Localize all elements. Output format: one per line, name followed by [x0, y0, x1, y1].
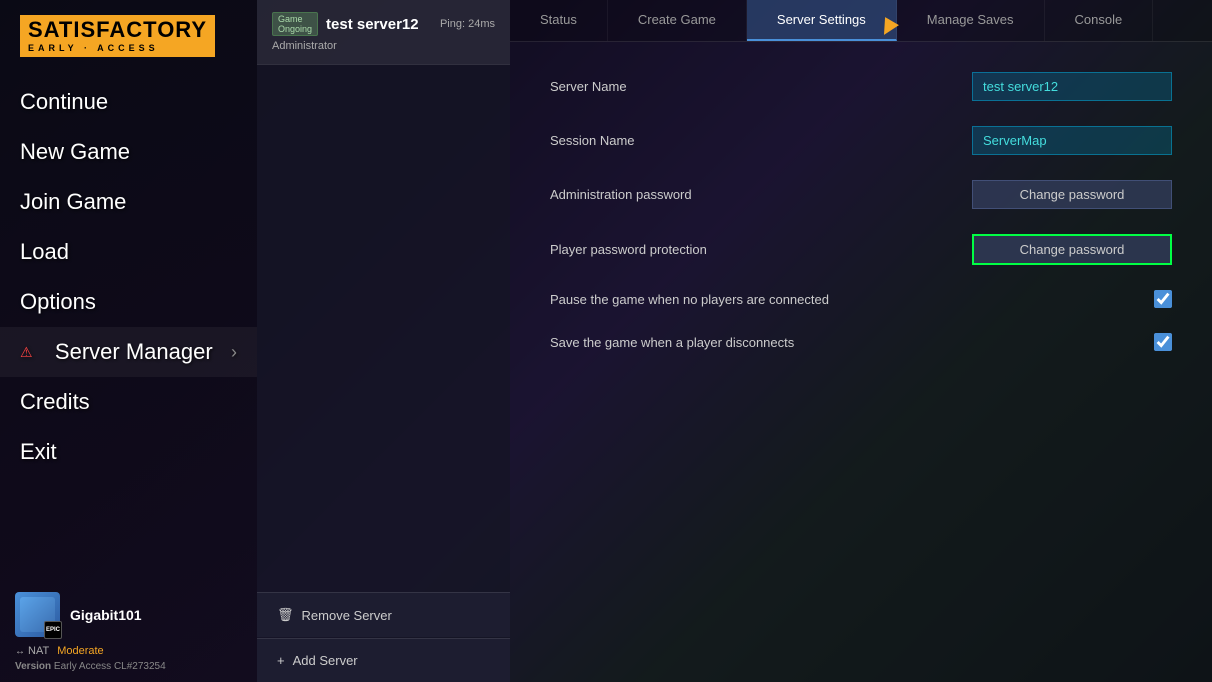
version-label: Version: [15, 661, 51, 672]
nav-server-manager-label: Server Manager: [55, 339, 213, 365]
server-panel: GameOngoing test server12 Ping: 24ms Adm…: [257, 0, 510, 682]
user-area: EPIC Gigabit101: [15, 592, 242, 637]
avatar-container: EPIC: [15, 592, 60, 637]
tab-status-label: Status: [540, 12, 577, 27]
session-name-row: Session Name: [550, 126, 1172, 155]
nat-arrow-icon: ↔: [15, 646, 25, 657]
logo-area: SATISFACTORY EARLY · ACCESS: [0, 0, 257, 67]
nat-status: Moderate: [57, 645, 103, 657]
tab-status[interactable]: Status: [510, 0, 608, 41]
server-status-badge: GameOngoing: [272, 12, 318, 36]
tab-bar: Status Create Game Server Settings Manag…: [510, 0, 1212, 42]
tab-manage-saves[interactable]: Manage Saves: [897, 0, 1045, 41]
sidebar: SATISFACTORY EARLY · ACCESS Continue New…: [0, 0, 257, 682]
server-name-row: Server Name: [550, 72, 1172, 101]
logo-subtext: EARLY · ACCESS: [28, 43, 207, 53]
server-item-header: GameOngoing test server12 Ping: 24ms: [272, 12, 495, 36]
sidebar-item-new-game[interactable]: New Game: [0, 127, 257, 177]
sidebar-item-exit[interactable]: Exit: [0, 427, 257, 477]
session-name-field-label: Session Name: [550, 133, 972, 148]
server-name: test server12: [326, 16, 419, 33]
remove-server-label: Remove Server: [302, 608, 392, 623]
epic-games-badge: EPIC: [44, 621, 62, 639]
sidebar-item-load[interactable]: Load: [0, 227, 257, 277]
server-status-value: Ongoing: [278, 24, 312, 34]
trash-icon: 🗑: [277, 607, 294, 623]
admin-password-row: Administration password Change password: [550, 180, 1172, 209]
admin-change-password-label: Change password: [1020, 187, 1125, 202]
server-name-input[interactable]: [972, 72, 1172, 101]
tab-create-game[interactable]: Create Game: [608, 0, 747, 41]
pause-game-label: Pause the game when no players are conne…: [550, 292, 1154, 307]
logo-text: SATISFACTORY: [28, 19, 207, 41]
session-name-input[interactable]: [972, 126, 1172, 155]
version-row: Version Early Access CL#273254: [15, 661, 242, 672]
warning-icon: ⚠: [20, 344, 33, 361]
nav-continue-label: Continue: [20, 89, 108, 115]
main-content: GameOngoing test server12 Ping: 24ms Adm…: [257, 0, 1212, 682]
nat-text: NAT: [28, 645, 49, 657]
nav-options-label: Options: [20, 289, 96, 315]
server-settings-content: Server Name Session Name Administration …: [510, 42, 1212, 682]
server-name-field-label: Server Name: [550, 79, 972, 94]
nat-label: ↔ NAT: [15, 645, 49, 657]
sidebar-item-credits[interactable]: Credits: [0, 377, 257, 427]
server-list-item[interactable]: GameOngoing test server12 Ping: 24ms Adm…: [257, 0, 510, 65]
server-panel-actions: 🗑 Remove Server + Add Server: [257, 592, 510, 682]
save-game-checkbox[interactable]: [1154, 333, 1172, 351]
right-panel: Status Create Game Server Settings Manag…: [510, 0, 1212, 682]
remove-server-button[interactable]: 🗑 Remove Server: [257, 592, 510, 637]
sidebar-item-continue[interactable]: Continue: [0, 77, 257, 127]
tab-manage-saves-label: Manage Saves: [927, 12, 1014, 27]
tab-console[interactable]: Console: [1045, 0, 1154, 41]
nav-load-label: Load: [20, 239, 69, 265]
pause-game-checkbox[interactable]: [1154, 290, 1172, 308]
admin-change-password-button[interactable]: Change password: [972, 180, 1172, 209]
add-server-label: Add Server: [293, 653, 358, 668]
sidebar-bottom: EPIC Gigabit101 ↔ NAT Moderate Version E…: [0, 582, 257, 682]
nav-menu: Continue New Game Join Game Load Options…: [0, 67, 257, 582]
nav-credits-label: Credits: [20, 389, 90, 415]
nav-exit-label: Exit: [20, 439, 57, 465]
player-password-label: Player password protection: [550, 242, 972, 257]
user-info: Gigabit101: [70, 607, 142, 623]
tab-server-settings[interactable]: Server Settings: [747, 0, 897, 41]
server-role: Administrator: [272, 40, 495, 52]
admin-password-label: Administration password: [550, 187, 972, 202]
username: Gigabit101: [70, 607, 142, 623]
nav-new-game-label: New Game: [20, 139, 130, 165]
pause-game-row: Pause the game when no players are conne…: [550, 290, 1172, 308]
add-server-button[interactable]: + Add Server: [257, 638, 510, 682]
sidebar-item-server-manager[interactable]: ⚠ Server Manager ›: [0, 327, 257, 377]
nat-row: ↔ NAT Moderate: [15, 645, 242, 657]
sidebar-item-join-game[interactable]: Join Game: [0, 177, 257, 227]
tab-server-settings-label: Server Settings: [777, 12, 866, 27]
player-password-row: Player password protection Change passwo…: [550, 234, 1172, 265]
save-game-label: Save the game when a player disconnects: [550, 335, 1154, 350]
logo: SATISFACTORY EARLY · ACCESS: [20, 15, 215, 57]
save-game-row: Save the game when a player disconnects: [550, 333, 1172, 351]
server-status-label: Game: [278, 14, 303, 24]
plus-icon: +: [277, 653, 285, 668]
tab-console-label: Console: [1075, 12, 1123, 27]
server-ping: Ping: 24ms: [440, 18, 495, 30]
nav-join-game-label: Join Game: [20, 189, 126, 215]
player-change-password-label: Change password: [1020, 242, 1125, 257]
player-change-password-button[interactable]: Change password: [972, 234, 1172, 265]
tab-create-game-label: Create Game: [638, 12, 716, 27]
sidebar-item-options[interactable]: Options: [0, 277, 257, 327]
version-value: Early Access CL#273254: [54, 661, 166, 672]
chevron-right-icon: ›: [231, 342, 237, 363]
